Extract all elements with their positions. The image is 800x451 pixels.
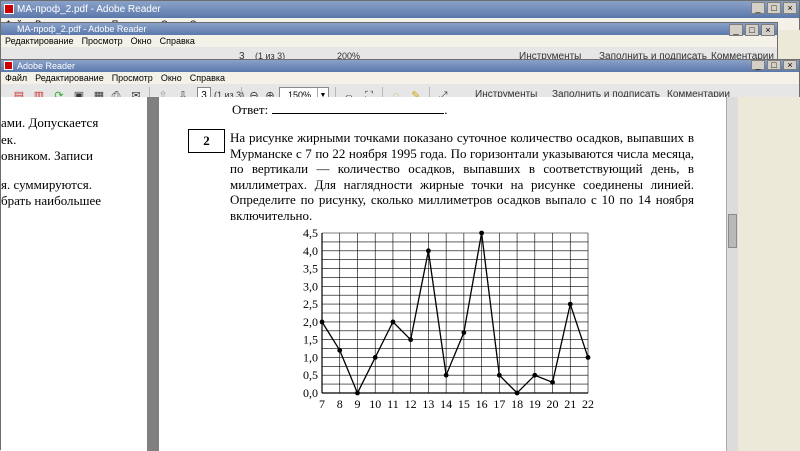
data-point (443, 372, 449, 378)
vertical-scrollbar[interactable] (726, 97, 738, 451)
y-tick-label: 3,0 (303, 279, 318, 293)
x-tick-label: 10 (369, 397, 381, 411)
maximize-button[interactable]: □ (767, 60, 781, 70)
menu-window[interactable]: Окно (161, 72, 182, 84)
question-number: 2 (188, 129, 225, 153)
window-3-controls: _ □ × (751, 60, 797, 70)
answer-end: . (444, 102, 448, 117)
data-point (408, 337, 414, 343)
x-tick-label: 21 (564, 397, 576, 411)
data-point (514, 390, 520, 396)
y-tick-label: 0,5 (303, 368, 318, 382)
data-point (585, 355, 591, 360)
x-tick-label: 19 (529, 397, 541, 411)
y-tick-label: 1,5 (303, 333, 318, 347)
window-2-title: МА-проф_2.pdf - Adobe Reader (17, 24, 147, 34)
maximize-button[interactable]: □ (767, 2, 781, 14)
menu-file[interactable]: Файл (5, 72, 27, 84)
data-point (390, 319, 396, 325)
x-tick-label: 22 (582, 397, 594, 411)
close-button[interactable]: × (761, 24, 775, 36)
y-tick-label: 3,5 (303, 262, 318, 276)
x-tick-label: 16 (476, 397, 488, 411)
precipitation-chart: 0,0 0,5 1,0 1,5 2,0 2,5 3,0 3,5 4,0 4,5 7 8 9 10 11 12 1… (303, 226, 594, 411)
left-page-line: овником. Записи (1, 148, 93, 163)
window-1-controls: _ □ × (751, 2, 797, 14)
menu-help[interactable]: Справка (160, 35, 195, 47)
data-point (337, 347, 343, 353)
data-point (567, 301, 573, 307)
x-tick-label: 14 (440, 397, 452, 411)
left-page-line: брать наибольшее (1, 193, 102, 208)
menu-window[interactable]: Окно (131, 35, 152, 47)
minimize-button[interactable]: _ (751, 60, 765, 70)
window-3-title: Adobe Reader (17, 61, 76, 71)
window-2-menubar: Редактирование Просмотр Окно Справка (1, 35, 777, 47)
data-point (461, 330, 467, 335)
x-tick-label: 13 (422, 397, 434, 411)
left-page-line: я. суммируются. (1, 177, 93, 192)
adobe-reader-icon (4, 4, 14, 14)
window-3-titlebar[interactable]: Adobe Reader _ □ × (1, 60, 799, 72)
window-2-titlebar[interactable]: МА-проф_2.pdf - Adobe Reader _ □ × (1, 23, 777, 36)
menu-edit[interactable]: Редактирование (5, 35, 74, 47)
window-2-controls: _ □ × (729, 24, 775, 36)
data-point (355, 390, 360, 396)
window-1-title: МА-проф_2.pdf - Adobe Reader (17, 4, 161, 15)
scrollbar-thumb[interactable] (728, 214, 737, 248)
menu-help[interactable]: Справка (190, 72, 225, 84)
minimize-button[interactable]: _ (751, 2, 765, 14)
x-tick-label: 18 (511, 397, 523, 411)
question-text: На рисунке жирными точками показано суто… (230, 130, 694, 223)
close-button[interactable]: × (783, 60, 797, 70)
window-1-titlebar[interactable]: МА-проф_2.pdf - Adobe Reader _ □ × (1, 1, 799, 18)
data-point (550, 379, 555, 385)
answer-label: Ответ: (232, 102, 269, 117)
x-tick-label: 15 (458, 397, 470, 411)
x-tick-label: 9 (354, 397, 360, 411)
adobe-reader-window: Adobe Reader _ □ × Файл Редактирование Про… (0, 59, 800, 451)
menu-view[interactable]: Просмотр (82, 35, 123, 47)
document-page: Ответ:. 2 На рисунке жирными точками пок… (159, 97, 726, 451)
y-tick-label: 4,0 (303, 244, 318, 258)
menu-edit[interactable]: Редактирование (35, 72, 104, 84)
maximize-button[interactable]: □ (745, 24, 759, 36)
left-page-line: ек. (1, 132, 17, 147)
window-3-menubar: Файл Редактирование Просмотр Окно Справк… (1, 72, 799, 84)
data-point (532, 372, 538, 378)
x-tick-label: 11 (387, 397, 399, 411)
left-page-line: ами. Допускается (1, 115, 99, 130)
y-tick-label: 2,5 (303, 297, 318, 311)
x-tick-label: 17 (493, 397, 505, 411)
adobe-reader-icon (4, 61, 13, 70)
right-side-panel (738, 97, 800, 451)
left-page: ами. Допускается ек. овником. Записи я. … (1, 97, 147, 451)
y-tick-label: 1,0 (303, 350, 318, 364)
x-tick-label: 8 (337, 397, 343, 411)
close-button[interactable]: × (783, 2, 797, 14)
y-tick-label: 2,0 (303, 315, 318, 329)
data-point (496, 372, 502, 378)
x-tick-label: 7 (319, 397, 325, 411)
data-point (319, 319, 325, 325)
x-tick-label: 12 (405, 397, 417, 411)
menu-view[interactable]: Просмотр (112, 72, 153, 84)
minimize-button[interactable]: _ (729, 24, 743, 36)
y-tick-label: 0,0 (303, 386, 318, 400)
document-area[interactable]: ами. Допускается ек. овником. Записи я. … (1, 97, 800, 451)
data-point (479, 230, 484, 236)
x-tick-label: 20 (547, 397, 559, 411)
answer-line[interactable] (272, 102, 445, 114)
answer-row: Ответ:. (232, 102, 447, 118)
y-tick-label: 4,5 (303, 226, 318, 240)
data-point (372, 355, 378, 360)
data-point (426, 248, 431, 254)
